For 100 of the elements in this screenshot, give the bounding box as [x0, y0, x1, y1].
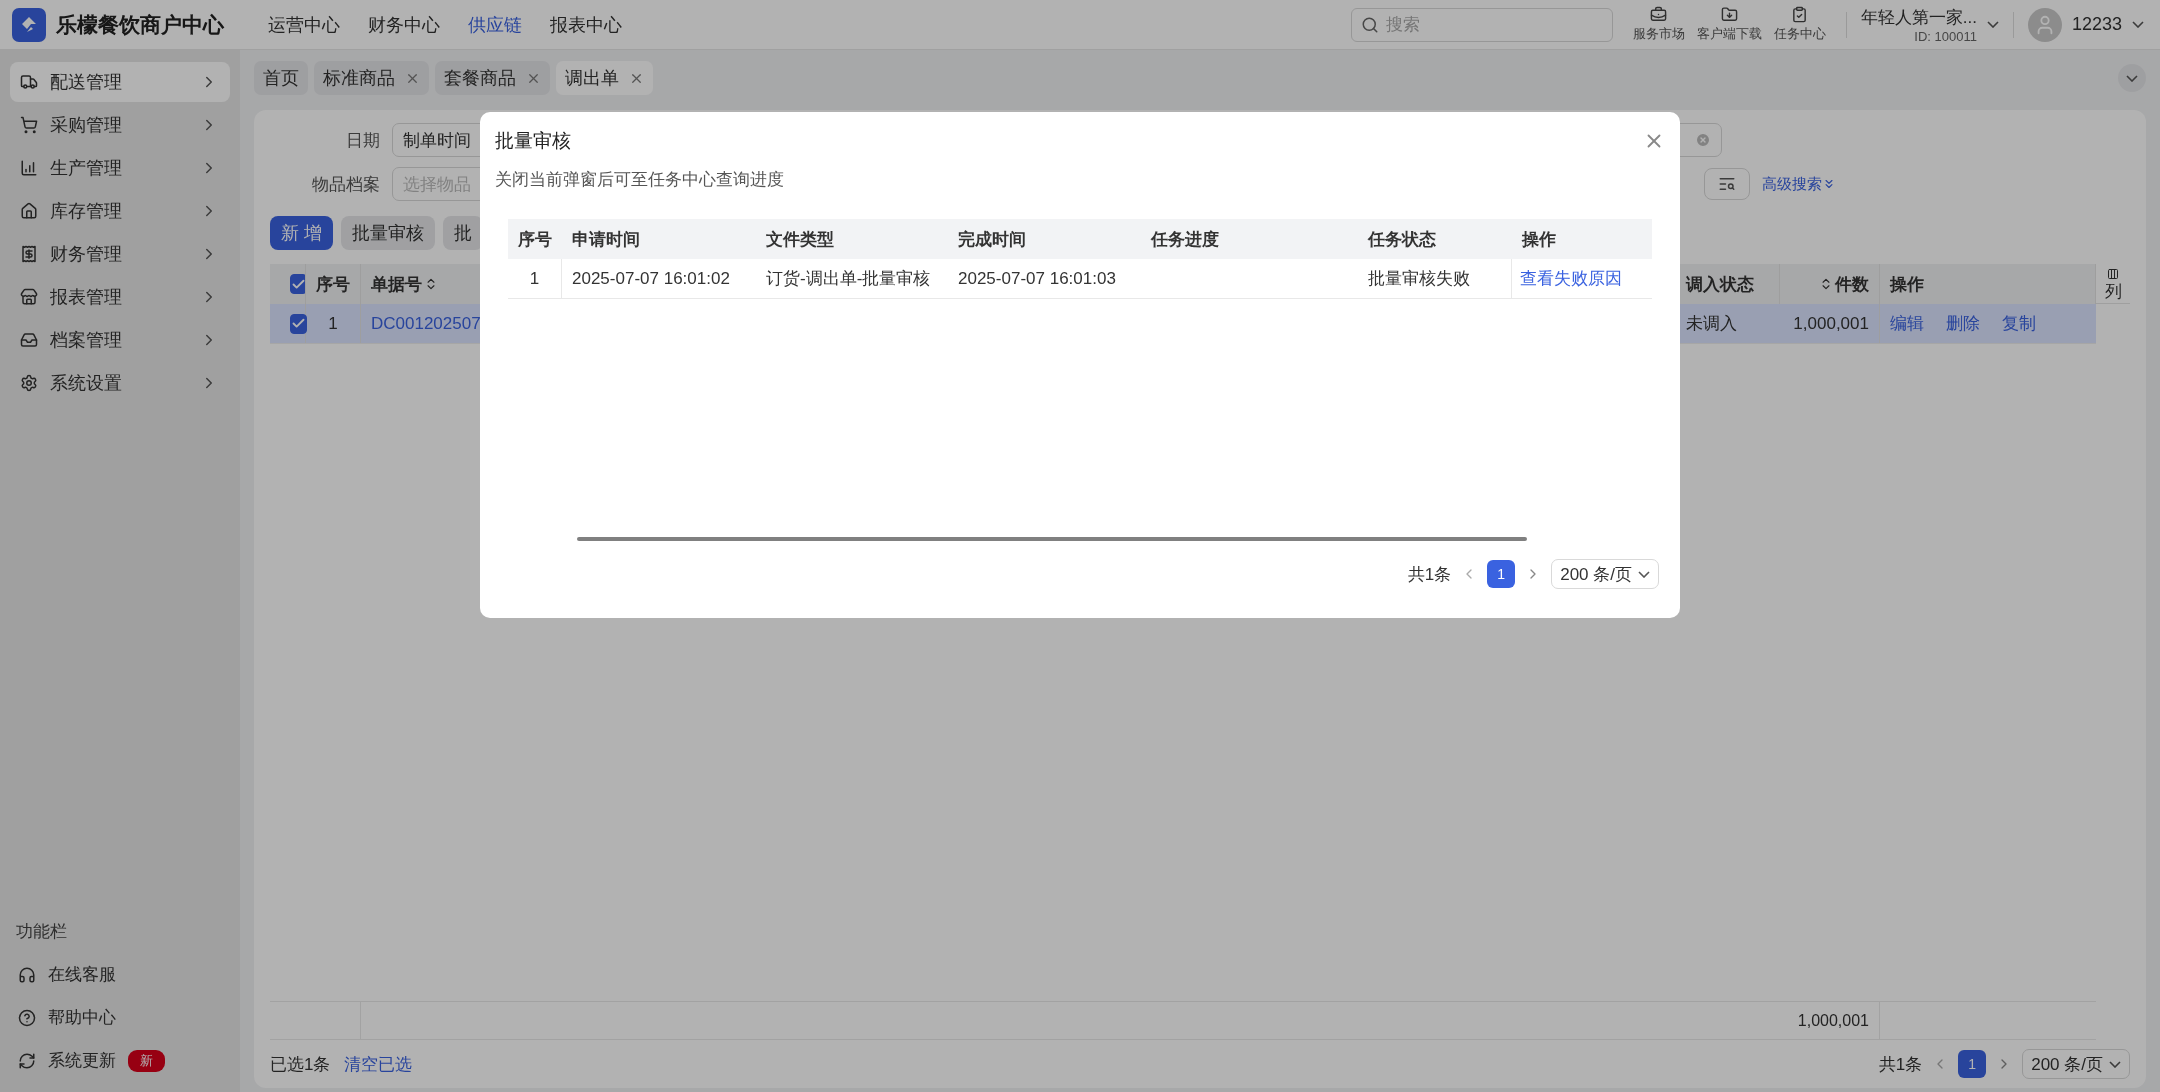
dialog-title: 批量审核 [495, 129, 571, 153]
table-cell-text: 2025-07-07 16:01:02 [571, 267, 731, 290]
row-action-link[interactable]: 编辑 [1890, 312, 1924, 335]
selection-count: 已选1条 [270, 1053, 331, 1076]
field-label: 物品档案 [311, 173, 381, 196]
dialog-hint: 关闭当前弹窗后可至任务中心查询进度 [495, 169, 785, 191]
column-label: 调入状态 [1686, 273, 1754, 296]
sidebar-item[interactable]: 财务管理 [10, 234, 230, 274]
row-action-link[interactable]: 复制 [2002, 312, 2036, 335]
column-header: 完成时间 [957, 228, 1027, 251]
page-button[interactable]: 1 [1487, 560, 1516, 588]
sidebar-label: 系统设置 [50, 372, 123, 395]
function-item[interactable]: 在线客服 [10, 953, 230, 996]
briefcase-icon [1650, 6, 1668, 23]
column-header: 任务进度 [1149, 228, 1220, 251]
filter-button[interactable] [1704, 168, 1750, 200]
sidebar-item[interactable]: 档案管理 [10, 320, 230, 360]
toolbar-button[interactable]: 客户端下载 [1696, 6, 1762, 43]
user-menu[interactable]: 12233 [2027, 7, 2144, 42]
page-tab[interactable]: 调出单 [556, 61, 653, 95]
field-label: 日期 [345, 129, 381, 152]
action-button[interactable]: 新 增 [270, 216, 333, 250]
column-header: 文件类型 [765, 228, 835, 251]
sidebar-label: 库存管理 [50, 200, 123, 223]
store-id: ID: 100011 [1914, 28, 1977, 44]
row-action-link[interactable]: 删除 [1946, 312, 1980, 335]
action-button[interactable]: 批 [443, 216, 483, 250]
sidebar-item[interactable]: 采购管理 [10, 105, 230, 145]
action-button[interactable]: 批量审核 [341, 216, 435, 250]
table-cell: 1 [508, 259, 562, 298]
clear-selection-link[interactable]: 清空已选 [344, 1052, 413, 1076]
nav-link[interactable]: 供应链 [468, 12, 522, 37]
store-name: 年轻人第一家... [1860, 6, 1977, 29]
folder-download-icon [1720, 6, 1738, 23]
sidebar-item[interactable]: 库存管理 [10, 191, 230, 231]
refresh-icon [18, 1051, 36, 1070]
sidebar-item[interactable]: 系统设置 [10, 363, 230, 403]
chevron-down-icon [1986, 21, 1999, 28]
total-count: 共1条 [1878, 1053, 1923, 1076]
page-button[interactable]: 1 [1958, 1050, 1987, 1078]
column-label: 件数 [1835, 273, 1869, 296]
new-badge: 新 [128, 1049, 165, 1072]
total-cell: 1,000,001 [361, 1002, 1880, 1039]
list-search-icon [1718, 175, 1736, 193]
tab-label: 调出单 [565, 67, 619, 90]
headset-icon [18, 965, 36, 984]
page-size-select[interactable]: 200 条/页 [1551, 559, 1659, 589]
function-item[interactable]: 帮助中心 [10, 996, 230, 1039]
function-label: 系统更新 [48, 1050, 116, 1072]
double-chevron-icon [1822, 177, 1836, 191]
page-size-select[interactable]: 200 条/页 [2022, 1049, 2130, 1079]
nav-link[interactable]: 运营中心 [268, 12, 340, 37]
column-header: 序号 [517, 228, 553, 251]
sidebar-label: 财务管理 [50, 243, 123, 266]
collapse-button[interactable] [2118, 64, 2146, 92]
page-tab[interactable]: 标准商品 [314, 61, 429, 95]
logo-icon [12, 7, 46, 42]
table-cell-text: 订货-调出单-批量审核 [765, 268, 932, 290]
function-label: 帮助中心 [48, 1007, 116, 1029]
sidebar-label: 档案管理 [50, 329, 123, 352]
search-icon [1360, 15, 1379, 34]
column-label: 操作 [1890, 273, 1924, 296]
clipboard-icon [1791, 6, 1809, 23]
function-label: 在线客服 [48, 964, 116, 986]
advanced-search-link[interactable]: 高级搜索 [1762, 174, 1836, 194]
toolbar-button[interactable]: 任务中心 [1773, 6, 1826, 43]
column-header: 任务状态 [1366, 228, 1437, 251]
toolbar-button[interactable]: 服务市场 [1632, 6, 1685, 43]
table-cell-text: 2025-07-07 16:01:03 [957, 267, 1117, 290]
house-icon [20, 202, 38, 220]
search-field[interactable]: 搜索 [1350, 7, 1613, 42]
cart-icon [20, 116, 38, 134]
sidebar-item[interactable]: 生产管理 [10, 148, 230, 188]
scrollbar[interactable] [577, 537, 1527, 541]
clear-icon[interactable] [1695, 132, 1711, 148]
settings-icon [20, 374, 38, 392]
store-switcher[interactable]: 年轻人第一家... ID: 100011 [1860, 5, 1999, 44]
section-title: 功能栏 [16, 921, 68, 943]
sidebar-label: 采购管理 [50, 114, 123, 137]
nav-link[interactable]: 财务中心 [368, 12, 440, 37]
tab-label: 首页 [263, 67, 299, 90]
page-tab[interactable]: 首页 [254, 61, 308, 95]
failure-reason-link[interactable]: 查看失败原因 [1512, 269, 1630, 288]
row-checkbox[interactable] [290, 313, 307, 334]
chevron-down-icon [2126, 74, 2138, 82]
select-all-checkbox[interactable] [290, 274, 305, 294]
nav-link[interactable]: 报表中心 [550, 12, 622, 37]
inbox-icon [20, 331, 38, 349]
avatar-icon [2027, 7, 2062, 42]
sidebar-label: 生产管理 [50, 157, 123, 180]
sidebar-label: 报表管理 [50, 286, 123, 309]
sidebar-item[interactable]: 配送管理 [10, 62, 230, 102]
table-cell-text: 未调入 [1685, 313, 1738, 335]
function-item[interactable]: 系统更新 新 [10, 1039, 230, 1082]
sidebar-item[interactable]: 报表管理 [10, 277, 230, 317]
tab-label: 套餐商品 [444, 67, 516, 90]
column-label: 序号 [316, 273, 350, 296]
page-tab[interactable]: 套餐商品 [435, 61, 550, 95]
column-label: 单据号 [371, 273, 422, 296]
sidebar-label: 配送管理 [50, 71, 123, 94]
